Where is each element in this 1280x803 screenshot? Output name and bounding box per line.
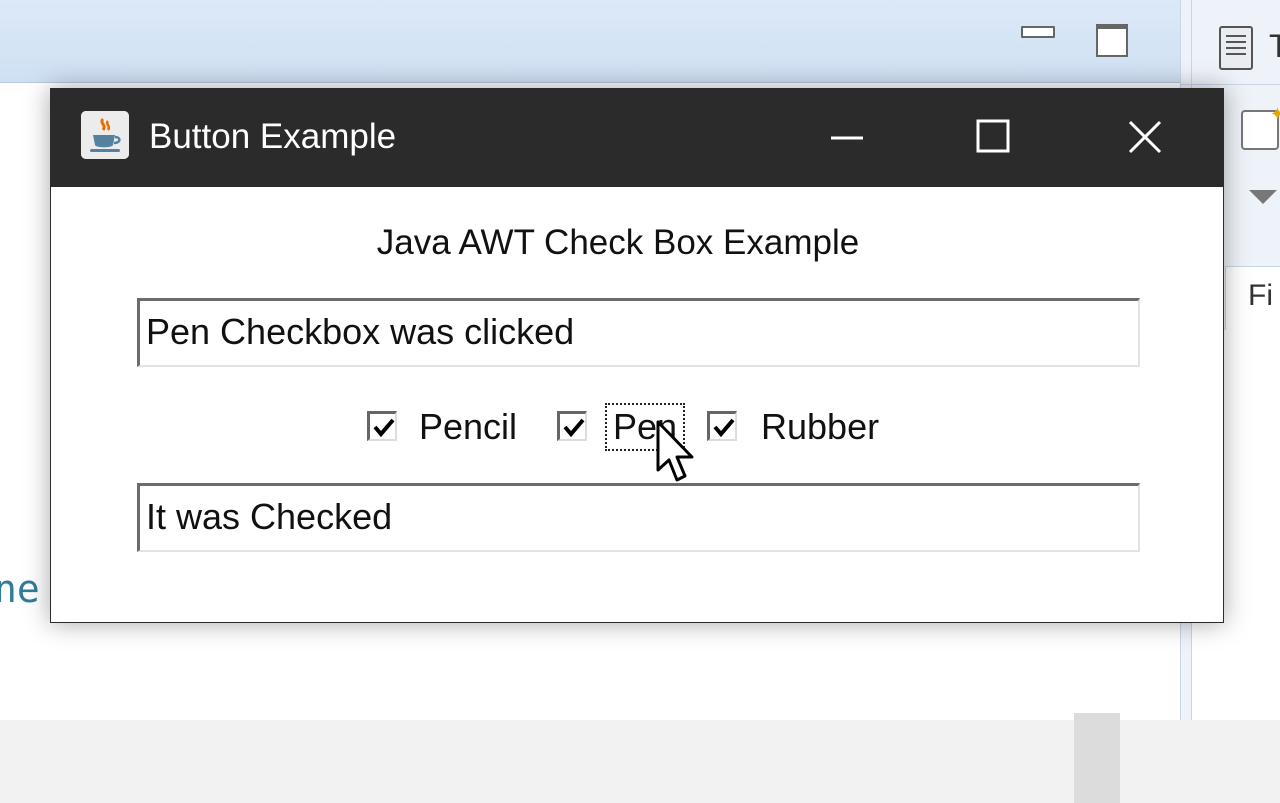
maximize-icon	[976, 119, 1010, 153]
checkbox-group: Pencil Pen Rubber	[367, 403, 967, 451]
maximize-icon	[1096, 24, 1128, 57]
sparkle-icon: ✦	[1269, 104, 1280, 124]
editor-text-fragment: ne	[0, 567, 40, 611]
dropdown-triangle-icon[interactable]	[1249, 190, 1277, 204]
checkbox-box[interactable]	[367, 411, 397, 441]
editor-scrollbar[interactable]	[1074, 713, 1120, 803]
status-textfield[interactable]: Pen Checkbox was clicked	[137, 298, 1140, 367]
maximize-button[interactable]	[931, 89, 1063, 187]
checkbox-label[interactable]: Pen	[605, 403, 686, 451]
minimize-button[interactable]	[781, 89, 913, 187]
java-cup-icon	[81, 111, 129, 159]
state-textfield[interactable]: It was Checked	[137, 483, 1140, 552]
ide-maximize-button[interactable]	[1088, 22, 1136, 62]
find-panel[interactable]: Fi	[1225, 266, 1280, 331]
close-button[interactable]	[1081, 89, 1213, 187]
close-icon	[1128, 120, 1162, 154]
find-label: Fi	[1248, 279, 1273, 312]
minimize-icon	[1021, 26, 1055, 38]
panel-divider	[1181, 84, 1280, 85]
checkmark-icon	[713, 418, 735, 438]
heading-label: Java AWT Check Box Example	[376, 223, 860, 262]
checkbox-label[interactable]: Rubber	[761, 403, 879, 451]
checkmark-icon	[563, 418, 585, 438]
ide-toolbar	[0, 0, 1180, 83]
panel-tab-label[interactable]: T	[1269, 28, 1280, 65]
window-title: Button Example	[149, 117, 397, 156]
checkbox-box[interactable]	[707, 411, 737, 441]
ide-minimize-button[interactable]	[1014, 14, 1062, 54]
task-list-icon[interactable]	[1219, 26, 1253, 70]
new-task-icon[interactable]: ✦	[1241, 104, 1280, 150]
window-titlebar[interactable]: Button Example	[51, 89, 1223, 187]
checkmark-icon	[373, 418, 395, 438]
window-content: Java AWT Check Box Example Pen Checkbox …	[51, 187, 1223, 622]
checkbox-box[interactable]	[557, 411, 587, 441]
checkbox-label[interactable]: Pencil	[419, 403, 517, 451]
minimize-icon	[831, 136, 863, 140]
awt-window: Button Example Java AWT Check Box Exampl…	[50, 88, 1224, 623]
